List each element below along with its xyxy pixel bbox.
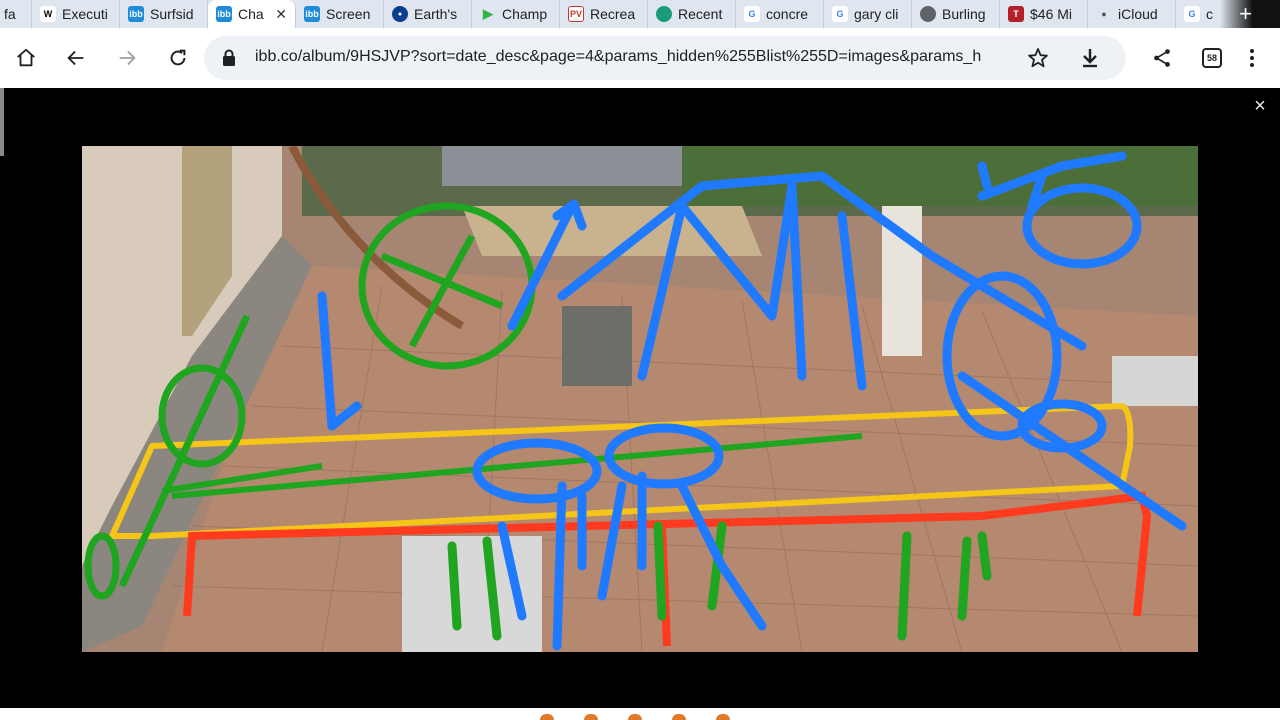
tab-2[interactable]: ibb Surfsid — [120, 0, 208, 28]
ibb-icon: ibb — [128, 6, 144, 22]
s-icon — [656, 6, 672, 22]
share-button[interactable] — [1146, 42, 1178, 74]
tab-4[interactable]: ibb Screen — [296, 0, 384, 28]
tab-label: Earth's — [414, 6, 458, 22]
tab-label: Screen — [326, 6, 371, 22]
photo-canvas — [82, 146, 1198, 652]
tab-0[interactable]: fa — [0, 0, 32, 28]
back-button[interactable] — [60, 42, 92, 74]
tab-5[interactable]: ● Earth's — [384, 0, 472, 28]
reload-button[interactable] — [162, 42, 194, 74]
reload-icon — [170, 49, 186, 66]
tab-label: Cha — [238, 6, 264, 22]
tab-12[interactable]: T $46 Mi — [1000, 0, 1088, 28]
ibb-icon: ibb — [304, 6, 320, 22]
google-icon: G — [832, 6, 848, 22]
tab-9[interactable]: Gconcre — [736, 0, 824, 28]
tab-6[interactable]: ▶ Champ — [472, 0, 560, 28]
url-text[interactable]: ibb.co/album/9HSJVP?sort=date_desc&page=… — [255, 48, 1021, 68]
tab-switcher-button[interactable]: 58 — [1196, 42, 1228, 74]
page-scroll-indicator[interactable] — [0, 88, 4, 156]
lock-icon — [223, 49, 235, 66]
google-icon: G — [1184, 6, 1200, 22]
globe-icon — [920, 6, 936, 22]
t-icon: T — [1008, 6, 1024, 22]
google-icon: G — [744, 6, 760, 22]
tab-11[interactable]: Burling — [912, 0, 1000, 28]
new-tab-button[interactable]: + — [1220, 0, 1280, 28]
tab-label: Executi — [62, 6, 108, 22]
nasa-icon: ● — [392, 6, 408, 22]
tab-close-icon[interactable]: ✕ — [275, 6, 287, 23]
play-icon: ▶ — [483, 6, 493, 21]
bookmark-star-icon[interactable] — [1026, 46, 1050, 70]
tab-label: iCloud — [1118, 6, 1158, 22]
wikipedia-icon: W — [40, 6, 56, 22]
tab-8[interactable]: Recent — [648, 0, 736, 28]
pv-icon: PV — [568, 6, 584, 22]
tab-13[interactable]: ● iCloud — [1088, 0, 1176, 28]
tab-strip: fa W Executi ibb Surfsid ibb Cha ✕ ibb Screen ● Ear… — [0, 0, 1280, 28]
address-bar[interactable]: ibb.co/album/9HSJVP?sort=date_desc&page=… — [204, 36, 1126, 80]
tab-label: Burling — [942, 6, 986, 22]
tab-label: Surfsid — [150, 6, 194, 22]
browser-toolbar: ibb.co/album/9HSJVP?sort=date_desc&page=… — [0, 28, 1280, 88]
tab-7[interactable]: PV Recrea — [560, 0, 648, 28]
download-icon[interactable] — [1078, 46, 1102, 70]
annotated-photo[interactable] — [82, 146, 1198, 652]
tab-label: Recrea — [590, 6, 636, 22]
forward-arrow-icon — [119, 50, 136, 66]
tab-label: gary cli — [854, 6, 899, 22]
tab-3[interactable]: ibb Cha ✕ — [208, 0, 296, 28]
image-viewer: × — [0, 88, 1280, 708]
home-icon — [17, 48, 35, 67]
back-arrow-icon — [67, 50, 84, 66]
bottom-thumbnail-strip — [0, 708, 1280, 720]
forward-button[interactable] — [111, 42, 143, 74]
home-button[interactable] — [10, 42, 42, 74]
tab-1[interactable]: W Executi — [32, 0, 120, 28]
viewer-close-button[interactable]: × — [1250, 96, 1270, 116]
tab-label: $46 Mi — [1030, 6, 1073, 22]
tab-label: Recent — [678, 6, 723, 22]
more-vertical-icon — [1250, 49, 1254, 67]
tab-count-badge: 58 — [1202, 48, 1222, 68]
tab-label: concre — [766, 6, 809, 22]
tab-label: Champ — [502, 6, 548, 22]
tab-label: fa — [4, 6, 16, 22]
tab-10[interactable]: Ggary cli — [824, 0, 912, 28]
share-icon — [1154, 49, 1170, 67]
ibb-icon: ibb — [216, 6, 232, 22]
menu-button[interactable] — [1236, 42, 1268, 74]
apple-icon: ● — [1101, 9, 1107, 19]
